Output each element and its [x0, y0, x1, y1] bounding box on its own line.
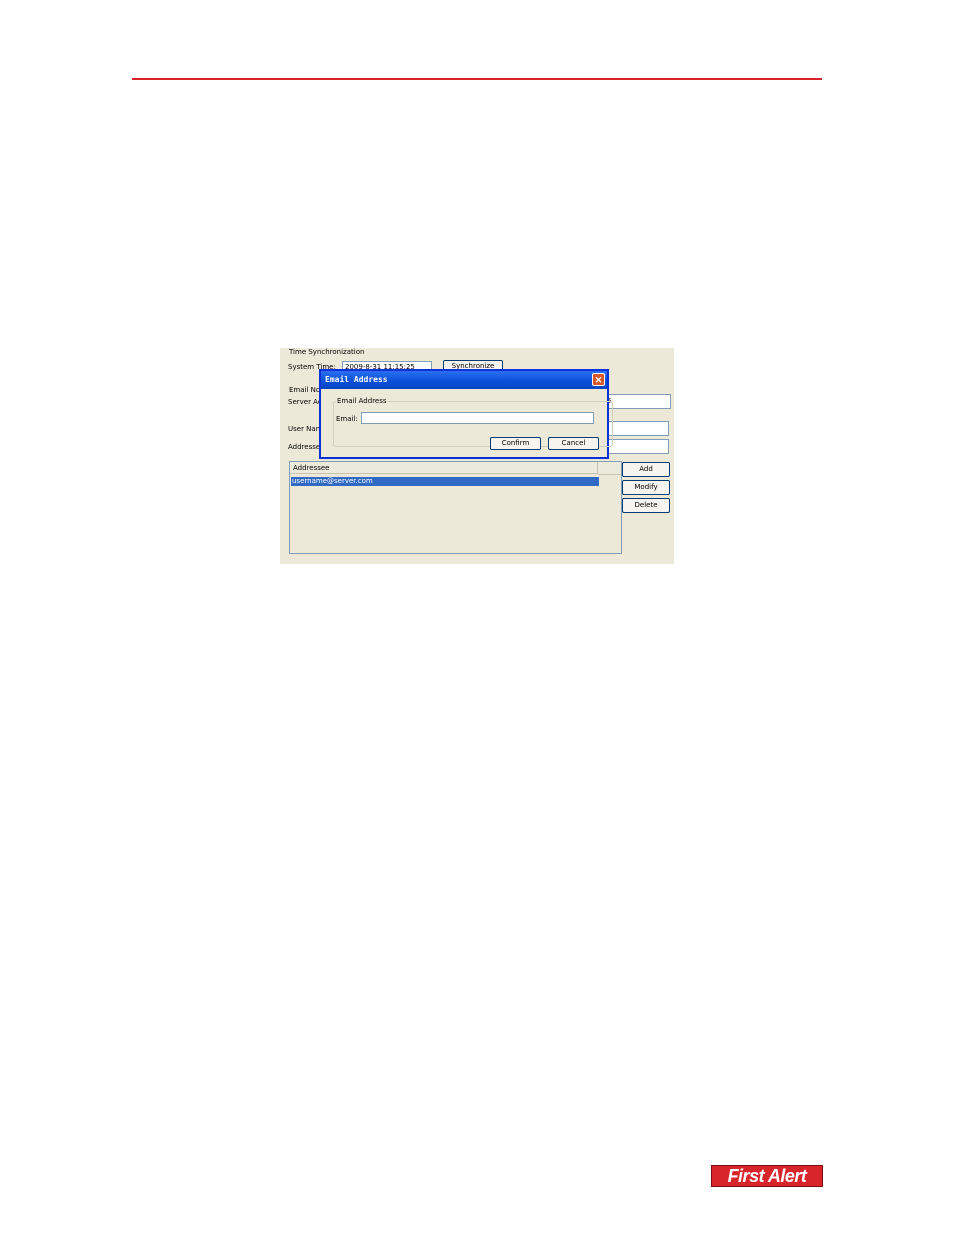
- first-alert-logo: First Alert: [711, 1165, 823, 1187]
- email-address-dialog: Email Address ✕ Email Address Email: Con…: [319, 369, 613, 459]
- settings-panel: Time Synchronization System Time: 2009-8…: [0, 0, 954, 1235]
- confirm-button[interactable]: Confirm: [490, 437, 541, 450]
- dialog-group-label: Email Address: [336, 397, 388, 405]
- close-icon[interactable]: ✕: [592, 373, 605, 386]
- cancel-button[interactable]: Cancel: [548, 437, 599, 450]
- header-rule: [132, 78, 822, 80]
- email-input[interactable]: [361, 412, 594, 424]
- email-label: Email:: [336, 415, 358, 423]
- dialog-title: Email Address: [321, 371, 607, 389]
